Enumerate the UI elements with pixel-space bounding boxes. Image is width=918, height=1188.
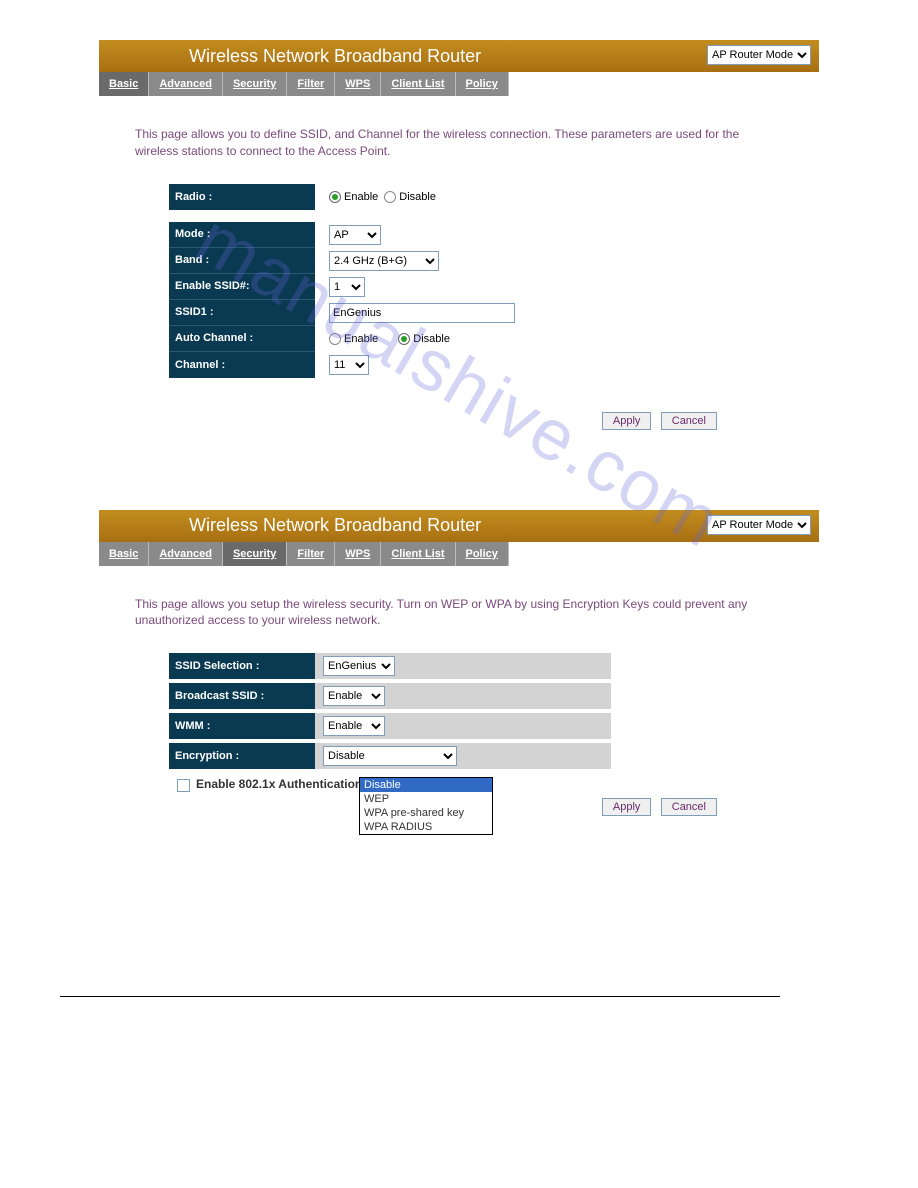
encryption-option-wpa-psk[interactable]: WPA pre-shared key [360,806,492,820]
radio-disable-label: Disable [399,191,436,203]
mode-select[interactable]: AP [329,225,381,245]
tab-basic[interactable]: Basic [99,542,149,566]
label-auto-channel: Auto Channel : [169,326,315,352]
form-block: Radio : Enable Disable Mode : [169,184,783,378]
auto-ch-enable-option[interactable]: Enable [329,333,378,345]
row-enable-ssid: Enable SSID#: 1 [169,274,783,300]
radio-enable-option[interactable]: Enable [329,191,378,203]
tab-wps[interactable]: WPS [335,72,381,96]
checkbox-8021x[interactable] [177,779,190,792]
tab-advanced[interactable]: Advanced [149,72,223,96]
title-text: Wireless Network Broadband Router [189,515,481,536]
page-container: Wireless Network Broadband Router AP Rou… [99,40,819,816]
row-8021x: Enable 802.1x Authentication Disable WEP… [177,777,783,792]
intro-text: This page allows you to define SSID, and… [135,126,783,160]
tab-advanced[interactable]: Advanced [149,542,223,566]
cancel-button[interactable]: Cancel [661,412,717,430]
label-ssid1: SSID1 : [169,300,315,326]
mode-select-wrap: AP Router Mode [707,515,811,535]
title-bar: Wireless Network Broadband Router AP Rou… [99,510,819,542]
label-broadcast-ssid: Broadcast SSID : [169,683,315,709]
tab-filter[interactable]: Filter [287,542,335,566]
tab-policy[interactable]: Policy [456,542,509,566]
content-area: This page allows you to define SSID, and… [99,96,819,430]
row-broadcast-ssid: Broadcast SSID : Enable [169,683,649,709]
label-channel: Channel : [169,352,315,378]
tab-client-list[interactable]: Client List [381,72,455,96]
band-select[interactable]: 2.4 GHz (B+G) [329,251,439,271]
radio-enable-label: Enable [344,191,378,203]
encryption-dropdown-list[interactable]: Disable WEP WPA pre-shared key WPA RADIU… [359,777,493,835]
label-ssid-selection: SSID Selection : [169,653,315,679]
tab-basic[interactable]: Basic [99,72,149,96]
footer-divider [60,996,780,997]
broadcast-ssid-select[interactable]: Enable [323,686,385,706]
security-settings-panel: Wireless Network Broadband Router AP Rou… [99,510,819,817]
row-wmm: WMM : Enable [169,713,649,739]
tab-bar: Basic Advanced Security Filter WPS Clien… [99,72,587,96]
row-auto-channel: Auto Channel : Enable Disable [169,326,783,352]
channel-select[interactable]: 11 [329,355,369,375]
label-encryption: Encryption : [169,743,315,769]
tab-bar: Basic Advanced Security Filter WPS Clien… [99,542,587,566]
basic-settings-panel: Wireless Network Broadband Router AP Rou… [99,40,819,430]
tab-policy[interactable]: Policy [456,72,509,96]
apply-button[interactable]: Apply [602,412,652,430]
mode-select-wrap: AP Router Mode [707,45,811,65]
radio-dot-icon [329,333,341,345]
row-encryption: Encryption : Disable [169,743,649,769]
row-ssid-selection: SSID Selection : EnGenius [169,653,649,679]
auto-ch-disable-option[interactable]: Disable [398,333,450,345]
router-mode-select[interactable]: AP Router Mode [707,515,811,535]
row-channel: Channel : 11 [169,352,783,378]
radio-dot-icon [398,333,410,345]
intro-text: This page allows you setup the wireless … [135,596,783,630]
title-bar: Wireless Network Broadband Router AP Rou… [99,40,819,72]
row-ssid1: SSID1 : [169,300,783,326]
label-8021x: Enable 802.1x Authentication [196,777,362,791]
radio-dot-icon [384,191,396,203]
radio-disable-option[interactable]: Disable [384,191,436,203]
encryption-option-wep[interactable]: WEP [360,792,492,806]
enable-ssid-select[interactable]: 1 [329,277,365,297]
tab-wps[interactable]: WPS [335,542,381,566]
row-mode: Mode : AP [169,222,783,248]
label-enable-ssid: Enable SSID#: [169,274,315,300]
encryption-option-wpa-radius[interactable]: WPA RADIUS [360,820,492,834]
row-band: Band : 2.4 GHz (B+G) [169,248,783,274]
label-radio: Radio : [169,184,315,210]
form-block: SSID Selection : EnGenius Broadcast SSID… [169,653,783,769]
router-mode-select[interactable]: AP Router Mode [707,45,811,65]
radio-dot-icon [329,191,341,203]
label-wmm: WMM : [169,713,315,739]
ssid1-input[interactable] [329,303,515,323]
apply-button[interactable]: Apply [602,798,652,816]
buttons-row: Apply Cancel [135,412,783,430]
auto-ch-disable-label: Disable [413,333,450,345]
auto-ch-enable-label: Enable [344,333,378,345]
row-radio: Radio : Enable Disable [169,184,783,210]
tab-filter[interactable]: Filter [287,72,335,96]
tab-client-list[interactable]: Client List [381,542,455,566]
label-mode: Mode : [169,222,315,248]
tab-security[interactable]: Security [223,72,287,96]
label-band: Band : [169,248,315,274]
encryption-select[interactable]: Disable [323,746,457,766]
content-area: This page allows you setup the wireless … [99,566,819,817]
tab-security[interactable]: Security [223,542,287,566]
title-text: Wireless Network Broadband Router [189,46,481,67]
ssid-selection-select[interactable]: EnGenius [323,656,395,676]
cancel-button[interactable]: Cancel [661,798,717,816]
wmm-select[interactable]: Enable [323,716,385,736]
encryption-option-disable[interactable]: Disable [360,778,492,792]
